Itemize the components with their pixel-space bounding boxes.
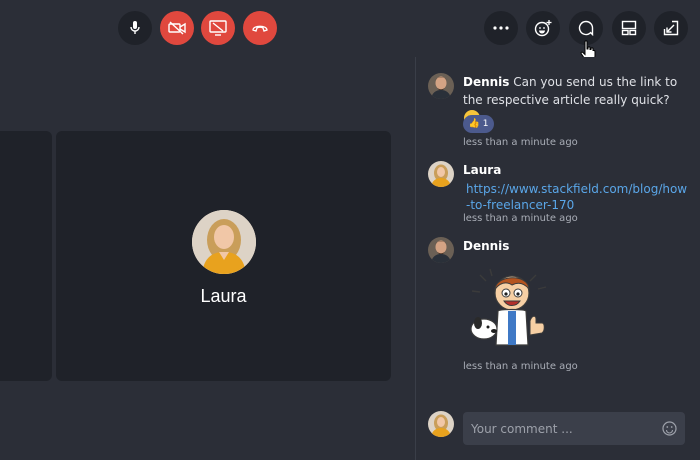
camera-off-icon bbox=[168, 21, 186, 35]
avatar bbox=[192, 210, 256, 274]
comment-box bbox=[463, 412, 685, 445]
microphone-icon bbox=[130, 21, 140, 34]
message-timestamp: less than a minute ago bbox=[463, 213, 578, 224]
layout-button[interactable] bbox=[612, 11, 646, 45]
avatar bbox=[428, 411, 454, 437]
message-body: Dennis Can you send us the link to the r… bbox=[463, 73, 688, 128]
participant-tile: Laura bbox=[56, 131, 391, 381]
minimize-button[interactable] bbox=[654, 11, 688, 45]
reaction-badge[interactable]: 👍 1 bbox=[463, 115, 494, 133]
emoji-add-icon bbox=[534, 20, 552, 37]
message-timestamp: less than a minute ago bbox=[463, 361, 578, 372]
chat-bubble-icon bbox=[578, 20, 594, 36]
phone-hangup-icon bbox=[252, 25, 268, 32]
chat-panel: Dennis Can you send us the link to the r… bbox=[415, 57, 700, 460]
message-timestamp: less than a minute ago bbox=[463, 137, 578, 148]
arrow-down-left-icon bbox=[663, 20, 679, 36]
screenshare-off-button[interactable] bbox=[201, 11, 235, 45]
participant-tile bbox=[0, 131, 52, 381]
screenshare-off-icon bbox=[209, 20, 227, 36]
message-author: Dennis bbox=[463, 239, 510, 253]
message-body: Laura https://www.stackfield.com/blog/ho… bbox=[463, 161, 688, 213]
message-body: Dennis bbox=[463, 237, 509, 255]
more-options-button[interactable] bbox=[484, 11, 518, 45]
camera-off-button[interactable] bbox=[160, 11, 194, 45]
microphone-button[interactable] bbox=[118, 11, 152, 45]
thumbs-up-icon: 👍 bbox=[468, 119, 480, 129]
avatar bbox=[428, 237, 454, 263]
participant-name: Laura bbox=[200, 286, 247, 306]
add-reaction-button[interactable] bbox=[526, 11, 560, 45]
message-author: Dennis bbox=[463, 75, 510, 89]
avatar bbox=[428, 73, 454, 99]
ellipsis-icon bbox=[493, 26, 509, 30]
hangup-button[interactable] bbox=[243, 11, 277, 45]
message-author: Laura bbox=[463, 163, 502, 177]
comment-input[interactable] bbox=[463, 412, 653, 445]
article-link[interactable]: https://www.stackfield.com/blog/how-to-f… bbox=[466, 182, 687, 212]
layout-icon bbox=[621, 20, 637, 36]
emoji-picker-icon[interactable] bbox=[662, 421, 677, 436]
avatar bbox=[428, 161, 454, 187]
reaction-count: 1 bbox=[482, 119, 489, 129]
thumbs-up-character-sticker bbox=[466, 265, 558, 353]
